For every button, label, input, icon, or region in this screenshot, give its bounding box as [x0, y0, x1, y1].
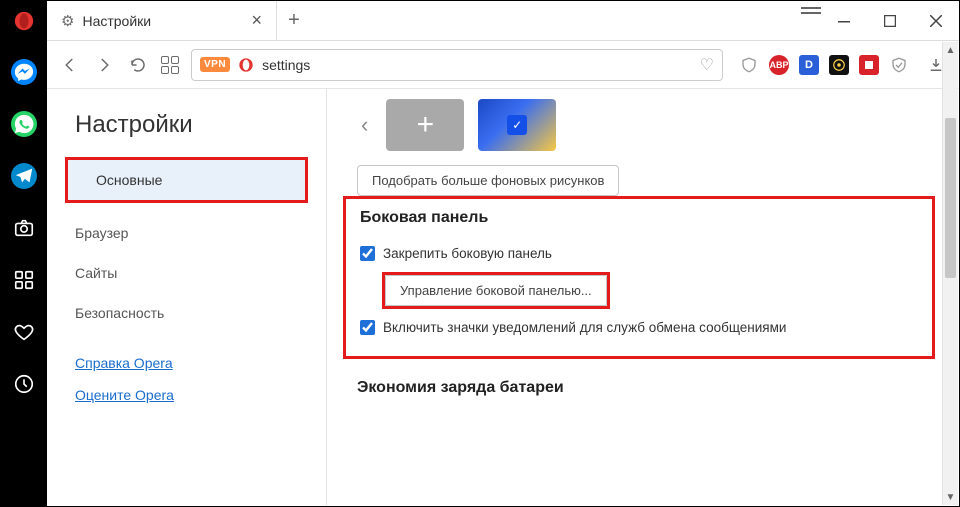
- pin-sidepanel-label: Закрепить боковую панель: [383, 246, 552, 261]
- wallpaper-prev-button[interactable]: ‹: [357, 112, 372, 138]
- extension-shield-icon[interactable]: [739, 55, 759, 75]
- nav-item-security[interactable]: Безопасность: [47, 293, 326, 333]
- close-tab-icon[interactable]: ×: [247, 10, 266, 31]
- telegram-icon[interactable]: [11, 163, 37, 189]
- more-wallpapers-button[interactable]: Подобрать больше фоновых рисунков: [357, 165, 619, 196]
- clock-rail-icon[interactable]: [11, 371, 37, 397]
- manage-sidepanel-button[interactable]: Управление боковой панелью...: [385, 275, 607, 306]
- titlebar: ⚙ Настройки × +: [1, 1, 959, 41]
- vertical-scrollbar[interactable]: ▲ ▼: [942, 42, 958, 505]
- highlight-sidepanel-section: Боковая панель Закрепить боковую панель …: [343, 196, 935, 359]
- extension-check-shield-icon[interactable]: [889, 55, 909, 75]
- notif-icons-row[interactable]: Включить значки уведомлений для служб об…: [360, 313, 918, 342]
- nav-item-browser[interactable]: Браузер: [47, 213, 326, 253]
- forward-button[interactable]: [93, 54, 115, 76]
- opera-logo[interactable]: [1, 1, 47, 41]
- messenger-icon[interactable]: [11, 59, 37, 85]
- side-rail: [1, 41, 47, 506]
- maximize-button[interactable]: [867, 1, 913, 40]
- scroll-down-arrow[interactable]: ▼: [943, 489, 958, 505]
- settings-heading: Настройки: [47, 111, 326, 157]
- scroll-up-arrow[interactable]: ▲: [943, 42, 958, 58]
- battery-heading: Экономия заряда батареи: [357, 379, 935, 397]
- extension-d-icon[interactable]: D: [799, 55, 819, 75]
- nav-item-rate[interactable]: Оцените Opera: [47, 379, 326, 411]
- tab-title: Настройки: [82, 13, 239, 29]
- extension-dark-icon[interactable]: [829, 55, 849, 75]
- notif-icons-label: Включить значки уведомлений для служб об…: [383, 320, 786, 335]
- whatsapp-icon[interactable]: [11, 111, 37, 137]
- tab-menu-icon[interactable]: [801, 1, 821, 21]
- wallpaper-row: ‹ + ✓: [357, 99, 935, 151]
- nav-item-sites[interactable]: Сайты: [47, 253, 326, 293]
- nav-item-help[interactable]: Справка Opera: [47, 347, 326, 379]
- speed-dial-button[interactable]: [161, 56, 179, 74]
- reload-button[interactable]: [127, 54, 149, 76]
- speed-dial-rail-icon[interactable]: [11, 267, 37, 293]
- back-button[interactable]: [59, 54, 81, 76]
- scroll-track[interactable]: [943, 58, 958, 489]
- check-icon: ✓: [507, 115, 527, 135]
- scroll-thumb[interactable]: [945, 118, 956, 278]
- active-tab[interactable]: ⚙ Настройки ×: [47, 1, 277, 40]
- address-input[interactable]: [262, 57, 692, 73]
- settings-pane: ‹ + ✓ Подобрать больше фоновых рисунков …: [327, 89, 959, 506]
- opera-o-icon: [238, 57, 254, 73]
- address-bar: VPN ♡ ABP D: [47, 41, 959, 89]
- highlight-manage-sidepanel: Управление боковой панелью...: [382, 272, 610, 309]
- vpn-badge[interactable]: VPN: [200, 57, 230, 72]
- new-tab-button[interactable]: +: [277, 9, 311, 32]
- nav-item-basic[interactable]: Основные: [68, 160, 305, 200]
- settings-nav: Настройки Основные Браузер Сайты Безопас…: [47, 89, 327, 506]
- heart-rail-icon[interactable]: [11, 319, 37, 345]
- wallpaper-selected-tile[interactable]: ✓: [478, 99, 556, 151]
- highlight-basic: Основные: [65, 157, 308, 203]
- pin-sidepanel-checkbox[interactable]: [360, 246, 375, 261]
- pin-sidepanel-row[interactable]: Закрепить боковую панель: [360, 239, 918, 268]
- minimize-button[interactable]: [821, 1, 867, 40]
- snapshot-icon[interactable]: [11, 215, 37, 241]
- wallpaper-add-tile[interactable]: +: [386, 99, 464, 151]
- gear-icon: ⚙: [61, 12, 74, 30]
- extension-red-icon[interactable]: [859, 55, 879, 75]
- close-window-button[interactable]: [913, 1, 959, 40]
- address-input-container[interactable]: VPN ♡: [191, 49, 723, 81]
- notif-icons-checkbox[interactable]: [360, 320, 375, 335]
- sidepanel-heading: Боковая панель: [360, 209, 918, 227]
- extension-abp-icon[interactable]: ABP: [769, 55, 789, 75]
- bookmark-heart-icon[interactable]: ♡: [700, 55, 714, 75]
